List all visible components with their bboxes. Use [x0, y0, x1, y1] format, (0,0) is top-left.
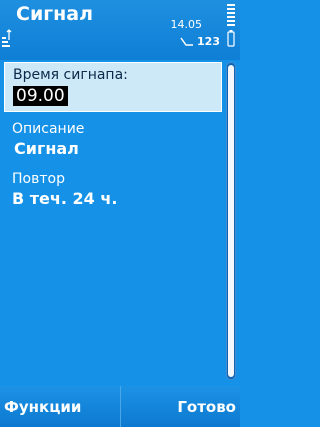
- repeat-value[interactable]: В теч. 24 ч.: [12, 188, 226, 210]
- input-mode-label: 123: [197, 35, 220, 48]
- softkey-bar: Функции Готово: [0, 386, 240, 427]
- scrollbar-thumb[interactable]: [228, 65, 234, 377]
- description-field[interactable]: Описание Сигнал: [0, 116, 226, 160]
- repeat-label: Повтор: [12, 171, 65, 187]
- alarm-form: Время сигнапа: 09.00 Описание Сигнал Пов…: [0, 62, 226, 210]
- signal-strength-icon: [2, 29, 12, 47]
- app-title: Сигнал: [16, 3, 94, 25]
- scrollbar[interactable]: [226, 62, 236, 380]
- input-mode-indicator: 123: [180, 35, 220, 48]
- options-softkey[interactable]: Функции: [0, 386, 121, 427]
- pen-input-icon: [180, 37, 194, 46]
- alarm-time-input[interactable]: 09.00: [13, 86, 68, 106]
- done-softkey[interactable]: Готово: [120, 386, 240, 427]
- alarm-time-label: Время сигнапа:: [13, 67, 128, 83]
- description-value[interactable]: Сигнал: [12, 138, 226, 160]
- status-bar: Сигнал 14.05 123: [0, 0, 240, 60]
- description-label: Описание: [12, 121, 85, 137]
- battery-icon: [227, 4, 235, 47]
- alarm-time-field[interactable]: Время сигнапа: 09.00: [4, 62, 222, 112]
- clock: 14.05: [170, 18, 203, 31]
- repeat-field[interactable]: Повтор В теч. 24 ч.: [0, 166, 226, 210]
